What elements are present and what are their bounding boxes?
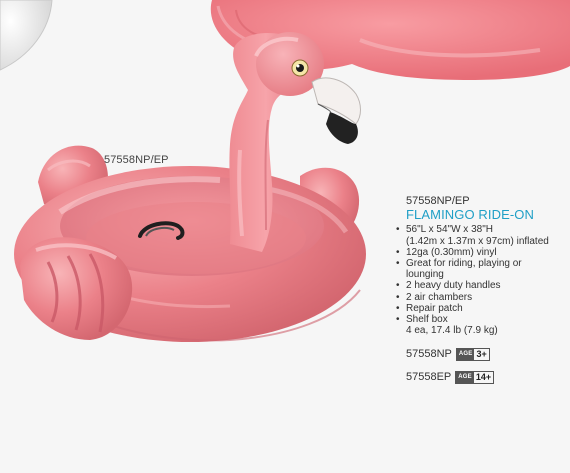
- feature-item: 2 air chambers: [396, 292, 564, 303]
- age-badge: AGE 14+: [455, 371, 495, 385]
- variant-row: 57558NP AGE 3+: [406, 348, 564, 362]
- variant-code: 57558EP: [406, 371, 452, 384]
- age-value: 3+: [476, 349, 487, 360]
- sku-header: 57558NP/EP: [406, 195, 470, 207]
- product-title: FLAMINGO RIDE-ON: [406, 207, 534, 223]
- age-label: AGE: [456, 372, 474, 384]
- age-label: AGE: [456, 349, 475, 361]
- white-float-fragment: [0, 0, 53, 71]
- feature-item: 56"L x 54"W x 38"H(1.42m x 1.37m x 97cm)…: [396, 224, 564, 246]
- image-caption: 57558NP/EP: [104, 154, 169, 166]
- feature-item: 2 heavy duty handles: [396, 280, 564, 291]
- feature-item: Repair patch: [396, 303, 564, 314]
- product-info: 57558NP/EP FLAMINGO RIDE-ON 56"L x 54"W …: [396, 195, 564, 385]
- variant-code: 57558NP: [406, 348, 452, 361]
- pack-info: 4 ea, 17.4 lb (7.9 kg): [406, 325, 498, 337]
- flamingo-float: [14, 32, 366, 342]
- feature-list: 56"L x 54"W x 38"H(1.42m x 1.37m x 97cm)…: [396, 224, 564, 325]
- age-badge: AGE 3+: [455, 348, 490, 362]
- feature-item: Shelf box: [396, 314, 564, 325]
- age-value: 14+: [475, 372, 492, 383]
- feature-item: Great for riding, playing orlounging: [396, 258, 564, 280]
- variant-row: 57558EP AGE 14+: [406, 371, 564, 385]
- feature-item: 12ga (0.30mm) vinyl: [396, 247, 564, 258]
